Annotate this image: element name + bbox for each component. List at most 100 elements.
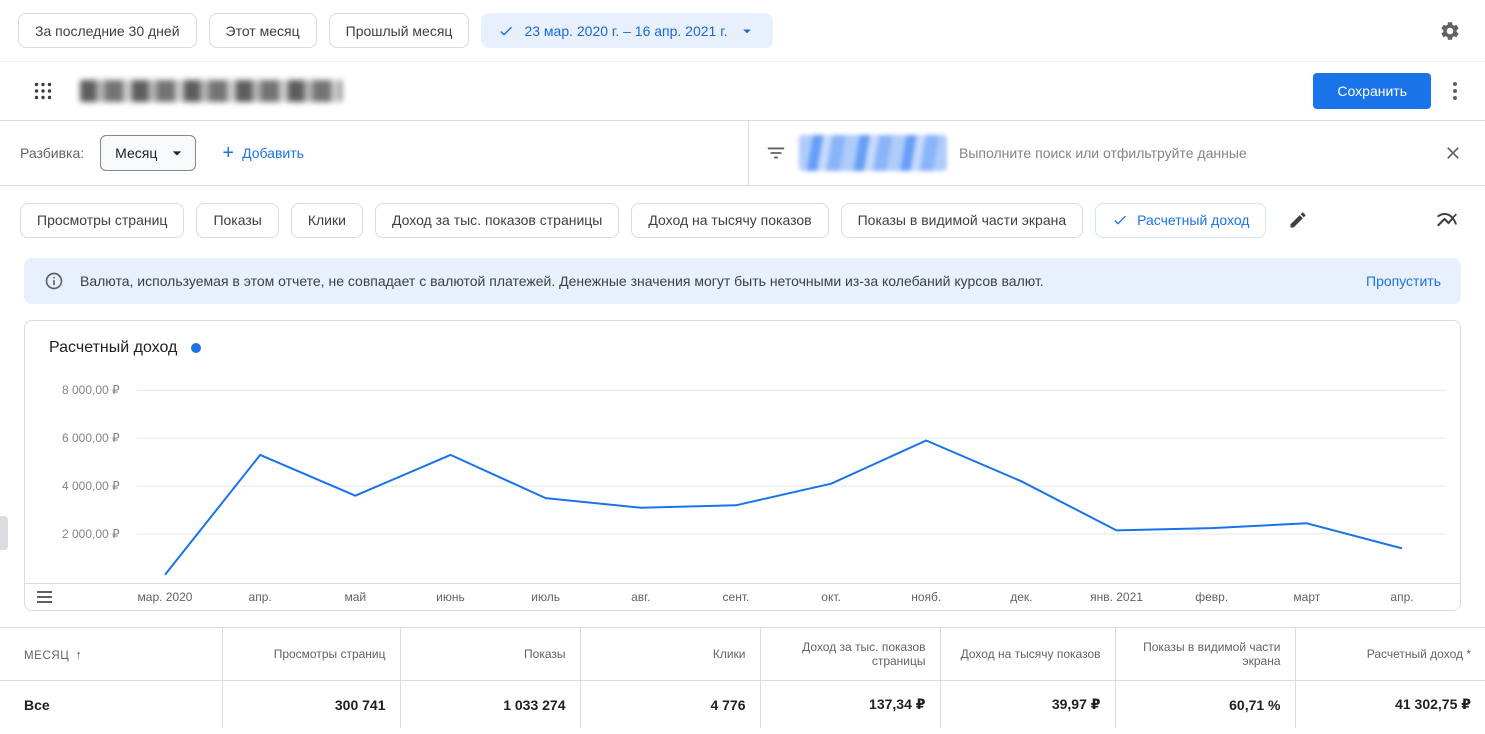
add-breakdown-button[interactable]: + Добавить [222, 144, 304, 162]
currency-warning-banner: Валюта, используемая в этом отчете, не с… [24, 258, 1461, 304]
column-header[interactable]: Просмотры страниц [222, 628, 400, 681]
banner-text: Валюта, используемая в этом отчете, не с… [80, 273, 1044, 289]
metric-chip[interactable]: Показы [196, 203, 278, 238]
column-header[interactable]: Показы в видимой части экрана [1115, 628, 1295, 681]
table-body: Все300 7411 033 2744 776137,34 ₽39,97 ₽6… [0, 681, 1485, 729]
check-icon [498, 23, 514, 39]
multiline-chart-icon [1435, 208, 1459, 232]
table-cell: 60,71 % [1115, 681, 1295, 729]
breakdown-value: Месяц [115, 145, 157, 161]
x-axis-label: нояб. [911, 590, 941, 604]
table-cell: 41 302,75 ₽ [1295, 681, 1485, 729]
column-header[interactable]: МЕСЯЦ ↑ [0, 628, 222, 681]
chevron-down-icon [738, 22, 756, 40]
add-breakdown-label: Добавить [242, 145, 304, 161]
column-header[interactable]: Показы [400, 628, 580, 681]
chart-title-row: Расчетный доход [25, 321, 1460, 361]
sort-ascending-icon: ↑ [75, 647, 82, 662]
date-preset-chips: За последние 30 дней Этот месяц Прошлый ме… [18, 13, 469, 48]
x-axis-label: июнь [436, 590, 465, 604]
column-header-label: МЕСЯЦ [24, 650, 69, 662]
series-legend-dot [191, 343, 201, 353]
metric-chip[interactable]: Доход за тыс. показов страницы [375, 203, 619, 238]
save-button[interactable]: Сохранить [1313, 73, 1431, 109]
date-preset-chip[interactable]: За последние 30 дней [18, 13, 197, 48]
date-preset-chip[interactable]: Прошлый месяц [329, 13, 470, 48]
column-header[interactable]: Доход на тысячу показов [940, 628, 1115, 681]
column-header[interactable]: Доход за тыс. показов страницы [760, 628, 940, 681]
chart-type-button[interactable] [1429, 202, 1465, 238]
y-axis-label: 2 000,00 ₽ [62, 527, 120, 541]
column-header[interactable]: Клики [580, 628, 760, 681]
metric-chip[interactable]: Просмотры страниц [20, 203, 184, 238]
x-axis-label: янв. 2021 [1090, 590, 1143, 604]
redacted-filter-chip[interactable] [799, 135, 947, 171]
date-preset-chip[interactable]: Этот месяц [209, 13, 317, 48]
menu-icon[interactable] [37, 591, 52, 603]
apps-grid-icon [34, 82, 52, 100]
column-header[interactable]: Расчетный доход * [1295, 628, 1485, 681]
column-header-label: Клики [713, 647, 746, 661]
x-axis-label: май [344, 590, 366, 604]
check-icon [1112, 212, 1128, 228]
table-header-row: МЕСЯЦ ↑ Просмотры страниц Показы Клики Доход … [0, 628, 1485, 681]
clear-filter-button[interactable] [1437, 137, 1469, 169]
info-icon [44, 271, 64, 291]
redacted-report-title [80, 80, 342, 102]
line-series [165, 441, 1402, 575]
date-range-chip[interactable]: 23 мар. 2020 г. – 16 апр. 2021 г. [481, 13, 772, 48]
report-header: Сохранить [0, 62, 1485, 120]
chart-card: Расчетный доход 2 000,00 ₽ 4 000,00 ₽ 6 00… [24, 320, 1461, 611]
settings-button[interactable] [1433, 14, 1467, 48]
date-range-label: 23 мар. 2020 г. – 16 апр. 2021 г. [524, 23, 727, 39]
breakdown-select[interactable]: Месяц [100, 135, 196, 171]
date-range-toolbar: За последние 30 дней Этот месяц Прошлый ме… [0, 0, 1485, 62]
adsense-report-page: За последние 30 дней Этот месяц Прошлый ме… [0, 0, 1485, 728]
column-header-label: Показы в видимой части экрана [1143, 640, 1280, 668]
x-axis-label: апр. [249, 590, 272, 604]
x-axis-label: апр. [1390, 590, 1413, 604]
metric-chip[interactable]: Доход на тысячу показов [631, 203, 828, 238]
search-input[interactable] [959, 145, 1425, 161]
x-axis-label: сент. [723, 590, 750, 604]
more-options-button[interactable] [1447, 76, 1463, 106]
x-axis-label: июль [531, 590, 560, 604]
table-cell: Все [0, 681, 222, 729]
report-table: МЕСЯЦ ↑ Просмотры страниц Показы Клики Доход … [0, 627, 1485, 728]
edit-icon [1288, 210, 1308, 230]
close-icon [1443, 143, 1463, 163]
column-header-label: Просмотры страниц [274, 647, 386, 661]
x-axis-label: авг. [631, 590, 650, 604]
controls-row: Разбивка: Месяц + Добавить [0, 120, 1485, 186]
x-axis: мар. 2020 апр. май июнь июль авг. сент. окт. ноя… [25, 583, 1460, 610]
column-header-label: Расчетный доход * [1367, 647, 1471, 661]
x-axis-label: дек. [1010, 590, 1032, 604]
x-axis-label: февр. [1195, 590, 1228, 604]
filter-bar [748, 121, 1485, 185]
metric-chip[interactable]: Клики [291, 203, 363, 238]
table-cell: 4 776 [580, 681, 760, 729]
table-cell: 1 033 274 [400, 681, 580, 729]
x-axis-label: окт. [821, 590, 841, 604]
column-header-label: Доход за тыс. показов страницы [802, 640, 925, 668]
y-axis-label: 6 000,00 ₽ [62, 431, 120, 445]
dismiss-banner-button[interactable]: Пропустить [1366, 273, 1441, 289]
apps-grid-button[interactable] [28, 76, 58, 106]
x-axis-label: мар. 2020 [138, 590, 193, 604]
table-row: Все300 7411 033 2744 776137,34 ₽39,97 ₽6… [0, 681, 1485, 729]
column-header-label: Показы [524, 647, 565, 661]
y-axis-label: 4 000,00 ₽ [62, 479, 120, 493]
column-header-label: Доход на тысячу показов [961, 647, 1101, 661]
kebab-icon [1453, 82, 1457, 100]
chart-title: Расчетный доход [49, 339, 177, 357]
edit-metrics-button[interactable] [1282, 204, 1314, 236]
table-cell: 137,34 ₽ [760, 681, 940, 729]
filter-icon [765, 142, 787, 164]
metric-chip[interactable]: Показы в видимой части экрана [841, 203, 1084, 238]
vertical-scrollbar-thumb[interactable] [0, 516, 8, 550]
metric-chip-selected[interactable]: Расчетный доход [1095, 203, 1266, 238]
plus-icon: + [222, 144, 234, 162]
table-cell: 39,97 ₽ [940, 681, 1115, 729]
breakdown-controls: Разбивка: Месяц + Добавить [0, 121, 748, 185]
x-axis-label: март [1293, 590, 1320, 604]
